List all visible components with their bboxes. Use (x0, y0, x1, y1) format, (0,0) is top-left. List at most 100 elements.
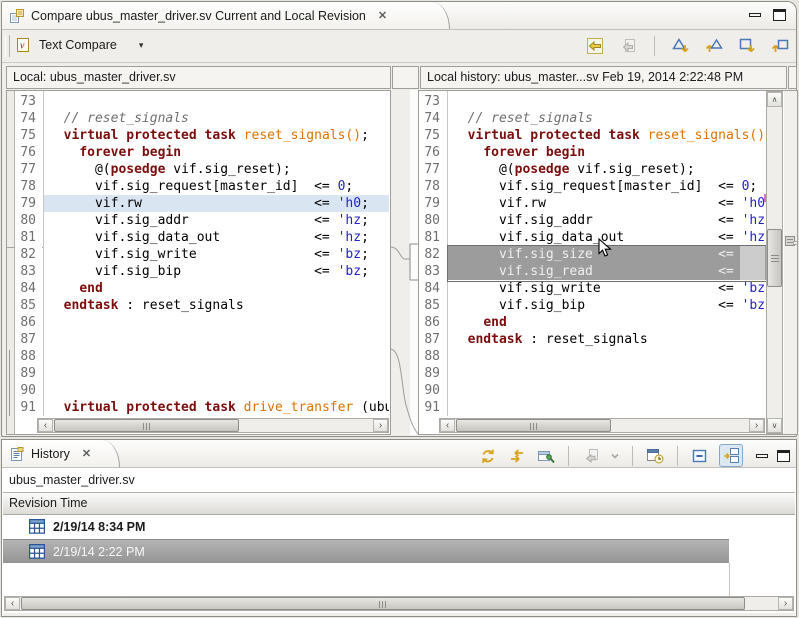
right-horizontal-scrollbar[interactable]: ‹ › (439, 418, 765, 433)
compare-editor-tab[interactable]: Compare ubus_master_driver.sv Current an… (2, 2, 450, 29)
code-line[interactable]: end (44, 280, 389, 297)
group-by-date-button[interactable] (645, 446, 665, 466)
history-hscroll-thumb[interactable] (21, 597, 745, 610)
next-difference-button[interactable] (671, 36, 691, 56)
code-line[interactable]: virtual protected task drive_transfer (u… (44, 399, 389, 416)
code-line[interactable]: // reset_signals (448, 110, 767, 127)
scroll-right-icon[interactable]: › (778, 597, 793, 610)
history-row[interactable]: 2/19/14 8:34 PM (3, 515, 795, 539)
code-line[interactable]: forever begin (448, 144, 767, 161)
code-line[interactable] (448, 348, 767, 365)
history-tab[interactable]: History ✕ (2, 440, 120, 467)
scroll-right-icon[interactable]: › (373, 419, 388, 432)
line-number: 84 (419, 280, 446, 297)
history-minimize-button[interactable] (756, 454, 768, 458)
compare-mode-disabled-button[interactable] (581, 446, 601, 466)
next-change-button[interactable] (737, 36, 757, 56)
history-horizontal-scrollbar[interactable]: ‹ › (4, 596, 794, 611)
editor-tab-close-icon[interactable]: ✕ (378, 9, 387, 22)
left-horizontal-scrollbar[interactable]: ‹ › (37, 418, 389, 433)
code-line[interactable] (44, 331, 389, 348)
code-line[interactable]: vif.sig_request[master_id] <= 0; (448, 178, 767, 195)
line-number: 74 (419, 110, 446, 127)
link-with-editor-button[interactable] (507, 446, 527, 466)
code-line[interactable]: vif.sig_write <= 'bz; (44, 246, 389, 263)
scroll-left-icon[interactable]: ‹ (5, 597, 20, 610)
line-number: 87 (419, 331, 446, 348)
right-code-rows: // reset_signals virtual protected task … (447, 91, 767, 416)
compare-mode-toggle-button[interactable] (719, 444, 743, 467)
compare-icon (9, 8, 25, 24)
line-number: 75 (15, 127, 42, 144)
left-gutter: 73747576777879808182838485868788899091 (15, 91, 42, 420)
code-line[interactable] (44, 93, 389, 110)
history-row[interactable]: 2/19/14 2:22 PM (3, 539, 729, 563)
editor-minimize-button[interactable] (749, 13, 761, 17)
code-line[interactable]: vif.sig_request[master_id] <= 0; (44, 178, 389, 195)
code-line[interactable]: vif.rw <= 'h0; (448, 195, 767, 212)
editor-tab-title: Compare ubus_master_driver.sv Current an… (31, 9, 366, 23)
code-line[interactable]: endtask : reset_signals (448, 331, 767, 348)
line-number: 90 (15, 382, 42, 399)
copy-current-change-right-to-left-button[interactable] (618, 36, 638, 56)
code-line[interactable] (44, 382, 389, 399)
code-line[interactable]: virtual protected task reset_signals(); (448, 127, 767, 144)
code-line[interactable]: // reset_signals (44, 110, 389, 127)
editor-maximize-button[interactable] (773, 9, 786, 21)
chevron-down-icon[interactable] (610, 451, 620, 461)
revision-time-column-header[interactable]: Revision Time (3, 492, 795, 515)
code-line[interactable] (44, 314, 389, 331)
pin-view-button[interactable] (536, 446, 556, 466)
code-line[interactable] (44, 365, 389, 382)
code-line[interactable] (448, 399, 767, 416)
right-vertical-scrollbar[interactable]: ∧ ∨ (766, 91, 783, 434)
code-line[interactable]: forever begin (44, 144, 389, 161)
code-line[interactable] (448, 382, 767, 399)
line-number: 85 (419, 297, 446, 314)
right-compare-pane: 73747576777879808182838485868788899091 /… (418, 90, 798, 435)
refresh-button[interactable] (478, 446, 498, 466)
code-line[interactable]: vif.sig_write <= 'bz; (448, 280, 767, 297)
code-line[interactable] (448, 365, 767, 382)
revision-time: 2/19/14 8:34 PM (53, 520, 145, 534)
code-line[interactable]: vif.sig_addr <= 'hz; (448, 212, 767, 229)
code-line[interactable]: vif.sig_bip <= 'bz; (448, 297, 767, 314)
previous-change-button[interactable] (770, 36, 790, 56)
code-line[interactable]: vif.sig_bip <= 'bz; (44, 263, 389, 280)
line-number: 73 (15, 93, 42, 110)
code-line[interactable] (44, 348, 389, 365)
line-number: 73 (419, 93, 446, 110)
left-hscroll-thumb[interactable] (54, 419, 239, 432)
svg-text:v: v (20, 41, 25, 52)
left-diff-strip (7, 91, 15, 434)
collapse-all-button[interactable] (690, 446, 710, 466)
code-line[interactable]: vif.sig_size <= 'bz; (448, 246, 767, 263)
scroll-left-icon[interactable]: ‹ (38, 419, 53, 432)
scroll-down-icon[interactable]: ∨ (767, 418, 782, 433)
code-line[interactable]: vif.rw <= 'h0; (44, 195, 389, 212)
overview-range-marker (793, 241, 798, 245)
scroll-up-icon[interactable]: ∧ (767, 92, 782, 107)
code-line[interactable]: endtask : reset_signals (44, 297, 389, 314)
toolbar-separator (568, 446, 569, 466)
code-line[interactable]: end (448, 314, 767, 331)
chevron-down-icon[interactable]: ▾ (139, 40, 144, 51)
code-line[interactable]: @(posedge vif.sig_reset); (448, 161, 767, 178)
toolbar-separator (677, 446, 678, 466)
right-hscroll-thumb[interactable] (456, 419, 611, 432)
compare-mode-selector[interactable]: v Text Compare ▾ (15, 37, 143, 53)
code-line[interactable]: @(posedge vif.sig_reset); (44, 161, 389, 178)
copy-all-right-to-left-button[interactable] (585, 36, 605, 56)
code-line[interactable]: vif.sig_read <= 'bz; (448, 263, 767, 280)
history-tab-close-icon[interactable]: ✕ (82, 447, 91, 460)
previous-difference-button[interactable] (704, 36, 724, 56)
code-line[interactable]: virtual protected task reset_signals(); (44, 127, 389, 144)
history-maximize-button[interactable] (777, 450, 790, 462)
code-line[interactable]: vif.sig_data_out <= 'hz; (448, 229, 767, 246)
code-line[interactable]: vif.sig_addr <= 'hz; (44, 212, 389, 229)
scroll-right-icon[interactable]: › (749, 419, 764, 432)
right-vscroll-thumb[interactable] (767, 229, 782, 287)
scroll-left-icon[interactable]: ‹ (440, 419, 455, 432)
code-line[interactable] (448, 93, 767, 110)
code-line[interactable]: vif.sig_data_out <= 'hz; (44, 229, 389, 246)
